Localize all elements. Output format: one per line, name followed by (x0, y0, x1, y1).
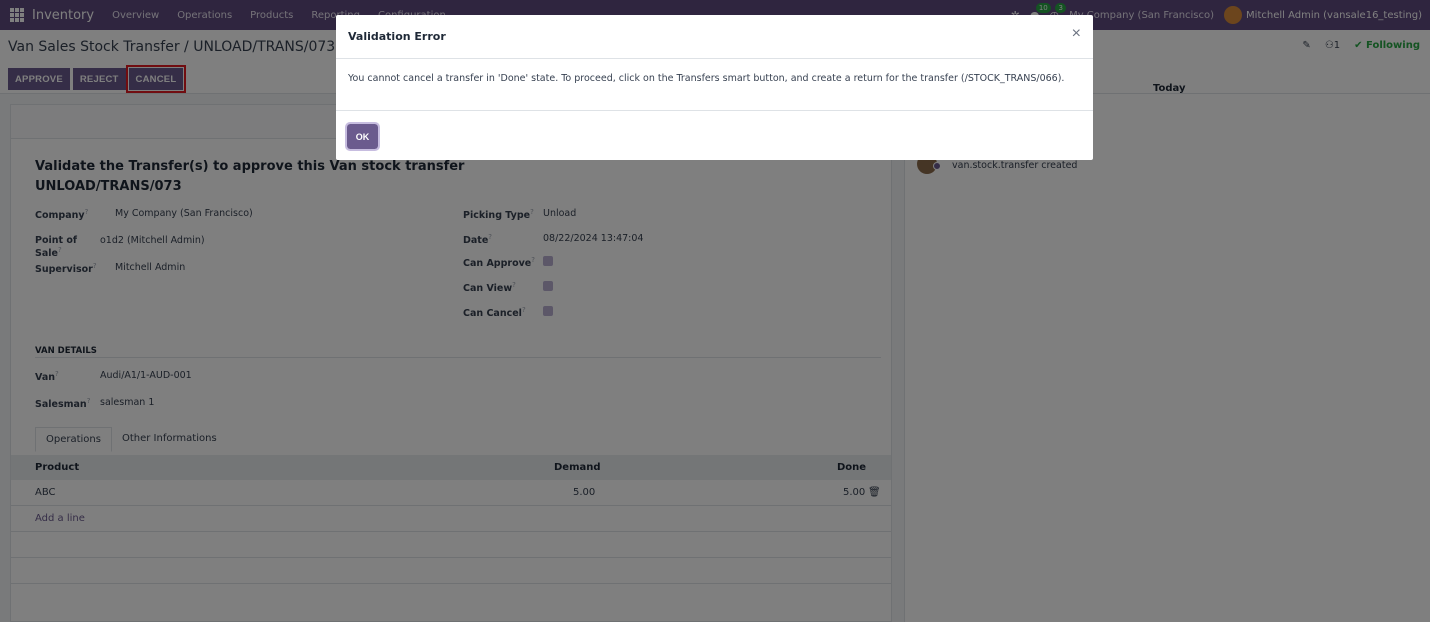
close-icon[interactable]: × (1072, 25, 1081, 43)
dialog-header: Validation Error × (336, 15, 1093, 59)
ok-button[interactable]: OK (345, 122, 380, 151)
dialog-footer: OK (336, 110, 1093, 160)
dialog-message: You cannot cancel a transfer in 'Done' s… (348, 73, 1065, 84)
dialog-title: Validation Error (348, 30, 446, 43)
validation-error-dialog: Validation Error × You cannot cancel a t… (336, 15, 1093, 160)
